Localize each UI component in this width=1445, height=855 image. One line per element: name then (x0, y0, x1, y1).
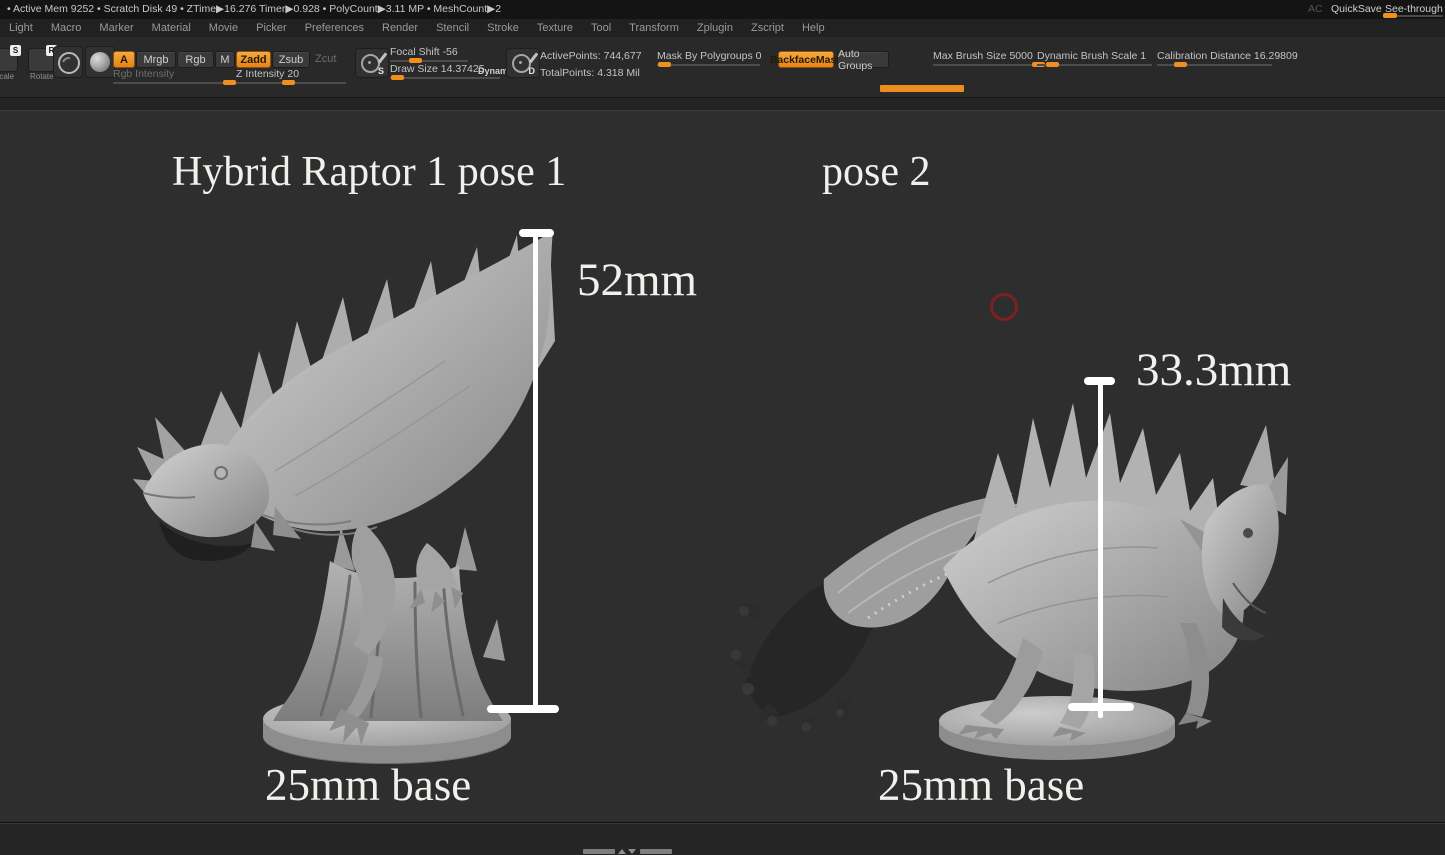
rotate-button[interactable]: R (28, 48, 54, 72)
mask-by-polygroups-slider[interactable]: Mask By Polygroups 0 (657, 50, 760, 66)
tray-divider-indicator[interactable] (880, 85, 964, 92)
measure-2-bottom-cap (1068, 703, 1134, 711)
red-circle-annotation (990, 293, 1018, 321)
document-canvas[interactable]: Hybrid Raptor 1 pose 1 pose 2 52mm 33.3m… (0, 111, 1445, 822)
menu-render[interactable]: Render (373, 22, 427, 34)
top-shelf: S Scale R Rotate A Mrgb Rgb M Zadd Zsub … (0, 37, 1445, 97)
material-swatch-button[interactable] (85, 46, 115, 78)
texture-swatch-button[interactable] (53, 46, 83, 78)
ac-button: AC (1308, 0, 1323, 19)
focal-shift-slider[interactable]: Focal Shift -56 (390, 46, 468, 62)
hybrid-raptor-pose-1-model[interactable] (125, 221, 570, 766)
base-label-2: 25mm base (878, 759, 1084, 811)
zbrush-window: • Active Mem 9252 • Scratch Disk 49 • ZT… (0, 0, 1445, 855)
a-toggle-button[interactable]: A (113, 51, 135, 68)
menu-preferences[interactable]: Preferences (296, 22, 373, 34)
see-through-handle[interactable] (1383, 13, 1397, 18)
tray-handle-bar-right[interactable] (640, 849, 672, 854)
menu-picker[interactable]: Picker (247, 22, 296, 34)
bottom-tray (0, 822, 1445, 855)
rgb-intensity-slider[interactable]: Rgb Intensity (113, 68, 231, 84)
shelf-canvas-divider (0, 97, 1445, 111)
pose-1-title: Hybrid Raptor 1 pose 1 (172, 148, 566, 196)
z-intensity-handle[interactable] (282, 80, 295, 85)
measure-2-line (1098, 380, 1103, 718)
memory-poly-stats: • Active Mem 9252 • Scratch Disk 49 • ZT… (7, 0, 501, 19)
measure-1-bottom-cap (487, 705, 559, 713)
stroke-picker-button[interactable]: S (355, 48, 389, 78)
pen-icon (529, 52, 539, 63)
menu-zplugin[interactable]: Zplugin (688, 22, 742, 34)
height-label-52mm: 52mm (577, 253, 697, 307)
tray-collapse-down-icon[interactable] (628, 849, 636, 854)
menu-texture[interactable]: Texture (528, 22, 582, 34)
z-intensity-slider[interactable]: Z Intensity 20 (236, 68, 346, 84)
material-sphere-icon (90, 52, 110, 72)
tray-handle-bar-left[interactable] (583, 849, 615, 854)
status-bar: • Active Mem 9252 • Scratch Disk 49 • ZT… (0, 0, 1445, 19)
total-points-stat: TotalPoints: 4.318 Mil (540, 67, 640, 79)
measure-1-line (533, 232, 538, 713)
tray-expand-up-icon[interactable] (618, 849, 626, 854)
scale-label: Scale (0, 72, 14, 81)
zcut-button: Zcut (315, 53, 336, 65)
hybrid-raptor-pose-2-model[interactable] (728, 383, 1293, 765)
calibration-distance-slider[interactable]: Calibration Distance 16.29809 (1157, 50, 1272, 66)
menu-light[interactable]: Light (0, 22, 42, 34)
mask-by-polygroups-handle[interactable] (658, 62, 671, 67)
draw-size-handle[interactable] (391, 75, 404, 80)
texture-ring-icon (58, 52, 80, 74)
menu-stencil[interactable]: Stencil (427, 22, 478, 34)
backface-mask-button[interactable]: BackfaceMask (778, 51, 834, 68)
rotate-label: Rotate (30, 72, 54, 81)
dynamic-brush-scale-handle[interactable] (1046, 62, 1059, 67)
zadd-button[interactable]: Zadd (236, 51, 271, 68)
calibration-distance-handle[interactable] (1174, 62, 1187, 67)
quicksave-button[interactable]: QuickSave (1331, 0, 1382, 19)
height-label-33mm: 33.3mm (1136, 343, 1291, 397)
zsub-button[interactable]: Zsub (272, 51, 310, 68)
active-points-stat: ActivePoints: 744,677 (540, 50, 642, 62)
menu-zscript[interactable]: Zscript (742, 22, 793, 34)
menu-material[interactable]: Material (143, 22, 200, 34)
menu-movie[interactable]: Movie (200, 22, 247, 34)
pose-2-title: pose 2 (822, 148, 931, 196)
menu-bar: Light Macro Marker Material Movie Picker… (0, 19, 1445, 37)
see-through-track[interactable] (1383, 15, 1443, 17)
mrgb-button[interactable]: Mrgb (136, 51, 176, 68)
menu-macro[interactable]: Macro (42, 22, 91, 34)
rgb-button[interactable]: Rgb (177, 51, 214, 68)
max-brush-size-slider[interactable]: Max Brush Size 5000 (933, 50, 1045, 66)
pen-icon (378, 52, 388, 63)
scale-button[interactable]: S (0, 48, 18, 72)
dynamic-brush-scale-slider[interactable]: Dynamic Brush Scale 1 (1037, 50, 1152, 66)
rgb-intensity-handle[interactable] (223, 80, 236, 85)
draw-size-picker-button[interactable]: D (506, 48, 540, 78)
menu-marker[interactable]: Marker (90, 22, 142, 34)
menu-tool[interactable]: Tool (582, 22, 620, 34)
m-button[interactable]: M (215, 51, 235, 68)
menu-stroke[interactable]: Stroke (478, 22, 528, 34)
scale-badge: S (10, 45, 21, 56)
see-through-slider[interactable]: See-through 0 (1385, 0, 1445, 19)
menu-transform[interactable]: Transform (620, 22, 688, 34)
auto-groups-button[interactable]: Auto Groups (837, 51, 889, 68)
menu-help[interactable]: Help (793, 22, 834, 34)
base-label-1: 25mm base (265, 759, 471, 811)
